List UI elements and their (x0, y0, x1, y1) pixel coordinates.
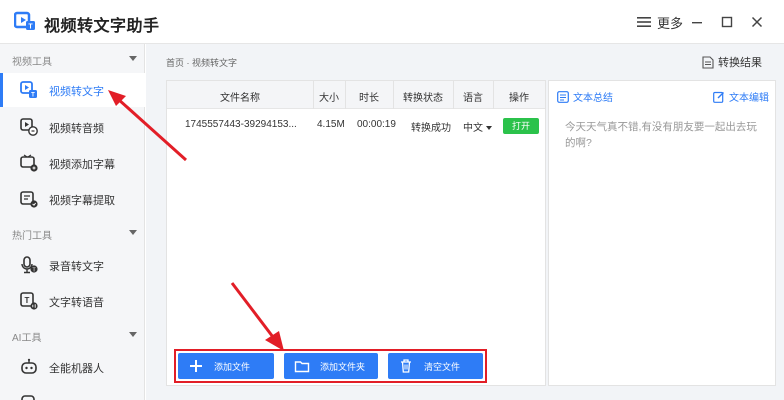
close-icon[interactable] (748, 13, 766, 31)
trash-icon (401, 359, 411, 373)
duration-cell: 00:00:19 (357, 119, 396, 130)
breadcrumb: 首页 · 视频转文字 (166, 58, 237, 68)
menu-icon (637, 17, 651, 27)
document-icon (702, 55, 714, 69)
sidebar-item-label: 视频字幕提取 (49, 195, 115, 207)
sidebar-group-video-tools[interactable]: 视频工具 (0, 46, 145, 72)
plus-icon (190, 360, 202, 372)
column-header-size: 大小 (319, 93, 339, 104)
add-folder-button[interactable]: 添加文件夹 (284, 353, 378, 379)
more-label: 更多 (657, 15, 684, 31)
text-panel: 文本总结 文本编辑 今天天气真不错,有没有朋友要一起出去玩的啊? (548, 80, 776, 386)
sidebar-item-subtitle-extract[interactable]: 视频字幕提取 (0, 182, 145, 216)
add-file-button[interactable]: 添加文件 (178, 353, 274, 379)
edit-icon (713, 91, 724, 103)
svg-text:T: T (25, 296, 30, 305)
sidebar: 视频工具 T 视频转文字 视频转音频 视频添加字幕 视频字幕提取 热门工具 T … (0, 44, 145, 400)
sidebar-item-audio-to-text[interactable]: T 录音转文字 (0, 248, 145, 282)
maximize-icon[interactable] (718, 13, 736, 31)
sidebar-item-label: 文字转语音 (49, 297, 104, 309)
clear-files-button[interactable]: 清空文件 (388, 353, 483, 379)
language-select[interactable]: 中文 (463, 119, 492, 134)
sidebar-item-robot[interactable]: 全能机器人 (0, 350, 145, 384)
svg-text:T: T (28, 24, 33, 31)
minimize-icon[interactable] (688, 13, 706, 31)
sidebar-item-partial[interactable] (0, 386, 145, 400)
file-toolbar: 添加文件 添加文件夹 清空文件 (174, 349, 487, 383)
sidebar-group-label: 视频工具 (12, 57, 52, 68)
caret-down-icon (129, 56, 137, 61)
table-header: 文件名称 大小 时长 转换状态 语言 操作 (167, 81, 545, 109)
transcript-text[interactable]: 今天天气真不错,有没有朋友要一起出去玩的啊? (565, 119, 761, 151)
column-header-name: 文件名称 (220, 93, 260, 104)
summary-icon (557, 90, 569, 103)
file-table: 文件名称 大小 时长 转换状态 语言 操作 1745557443-3929415… (166, 80, 546, 386)
sidebar-item-label: 全能机器人 (49, 363, 104, 375)
file-size-cell: 4.15M (317, 119, 345, 130)
status-cell: 转换成功 (411, 123, 451, 134)
microphone-icon: T (21, 256, 38, 273)
main-area: 首页 · 视频转文字 转换结果 文件名称 大小 时长 转换状态 语言 操作 17… (146, 44, 784, 400)
video-to-audio-icon (20, 118, 38, 136)
app-title: 视频转文字助手 (44, 18, 160, 35)
text-summary-tab[interactable]: 文本总结 (557, 89, 613, 104)
column-header-status: 转换状态 (403, 93, 443, 104)
table-row[interactable]: 1745557443-39294153... 4.15M 00:00:19 转换… (167, 109, 545, 141)
sidebar-group-ai-tools[interactable]: AI工具 (0, 322, 145, 348)
text-to-speech-icon: T (20, 292, 38, 310)
sidebar-group-label: 热门工具 (12, 231, 52, 242)
sidebar-item-add-subtitle[interactable]: 视频添加字幕 (0, 146, 145, 180)
conversion-result-label: 转换结果 (718, 57, 762, 69)
robot-icon (21, 358, 37, 374)
sidebar-item-video-to-audio[interactable]: 视频转音频 (0, 110, 145, 144)
caret-down-icon (486, 126, 492, 131)
text-edit-label: 文本编辑 (729, 93, 769, 104)
tool-icon (21, 395, 35, 400)
app-logo-icon: T (14, 11, 35, 31)
column-header-duration: 时长 (359, 93, 379, 104)
svg-text:T: T (31, 93, 35, 99)
add-subtitle-icon (20, 154, 38, 172)
title-bar: T 视频转文字助手 更多 (0, 0, 784, 44)
open-button[interactable]: 打开 (503, 118, 539, 134)
add-file-label: 添加文件 (214, 361, 251, 372)
caret-down-icon (129, 230, 137, 235)
clear-files-label: 清空文件 (424, 361, 461, 372)
sidebar-group-label: AI工具 (12, 333, 42, 344)
sidebar-item-video-to-text[interactable]: T 视频转文字 (0, 73, 145, 107)
sidebar-group-hot-tools[interactable]: 热门工具 (0, 220, 145, 246)
add-folder-label: 添加文件夹 (320, 361, 366, 372)
folder-icon (294, 361, 310, 373)
sidebar-item-label: 视频添加字幕 (49, 159, 115, 171)
file-name-cell: 1745557443-39294153... (185, 119, 297, 130)
column-header-language: 语言 (463, 93, 483, 104)
sidebar-item-label: 录音转文字 (49, 261, 104, 273)
column-header-action: 操作 (509, 93, 529, 104)
conversion-result-button[interactable]: 转换结果 (702, 54, 762, 70)
more-menu-button[interactable]: 更多 (637, 13, 683, 31)
text-panel-header: 文本总结 文本编辑 (549, 81, 775, 109)
video-to-text-icon: T (20, 81, 37, 99)
subtitle-extract-icon (20, 191, 38, 208)
sidebar-item-text-to-speech[interactable]: T 文字转语音 (0, 284, 145, 318)
caret-down-icon (129, 332, 137, 337)
text-edit-button[interactable]: 文本编辑 (713, 89, 769, 104)
sidebar-item-label: 视频转文字 (49, 86, 104, 98)
language-value: 中文 (463, 123, 483, 134)
sidebar-item-label: 视频转音频 (49, 123, 104, 135)
text-summary-label: 文本总结 (573, 93, 613, 104)
